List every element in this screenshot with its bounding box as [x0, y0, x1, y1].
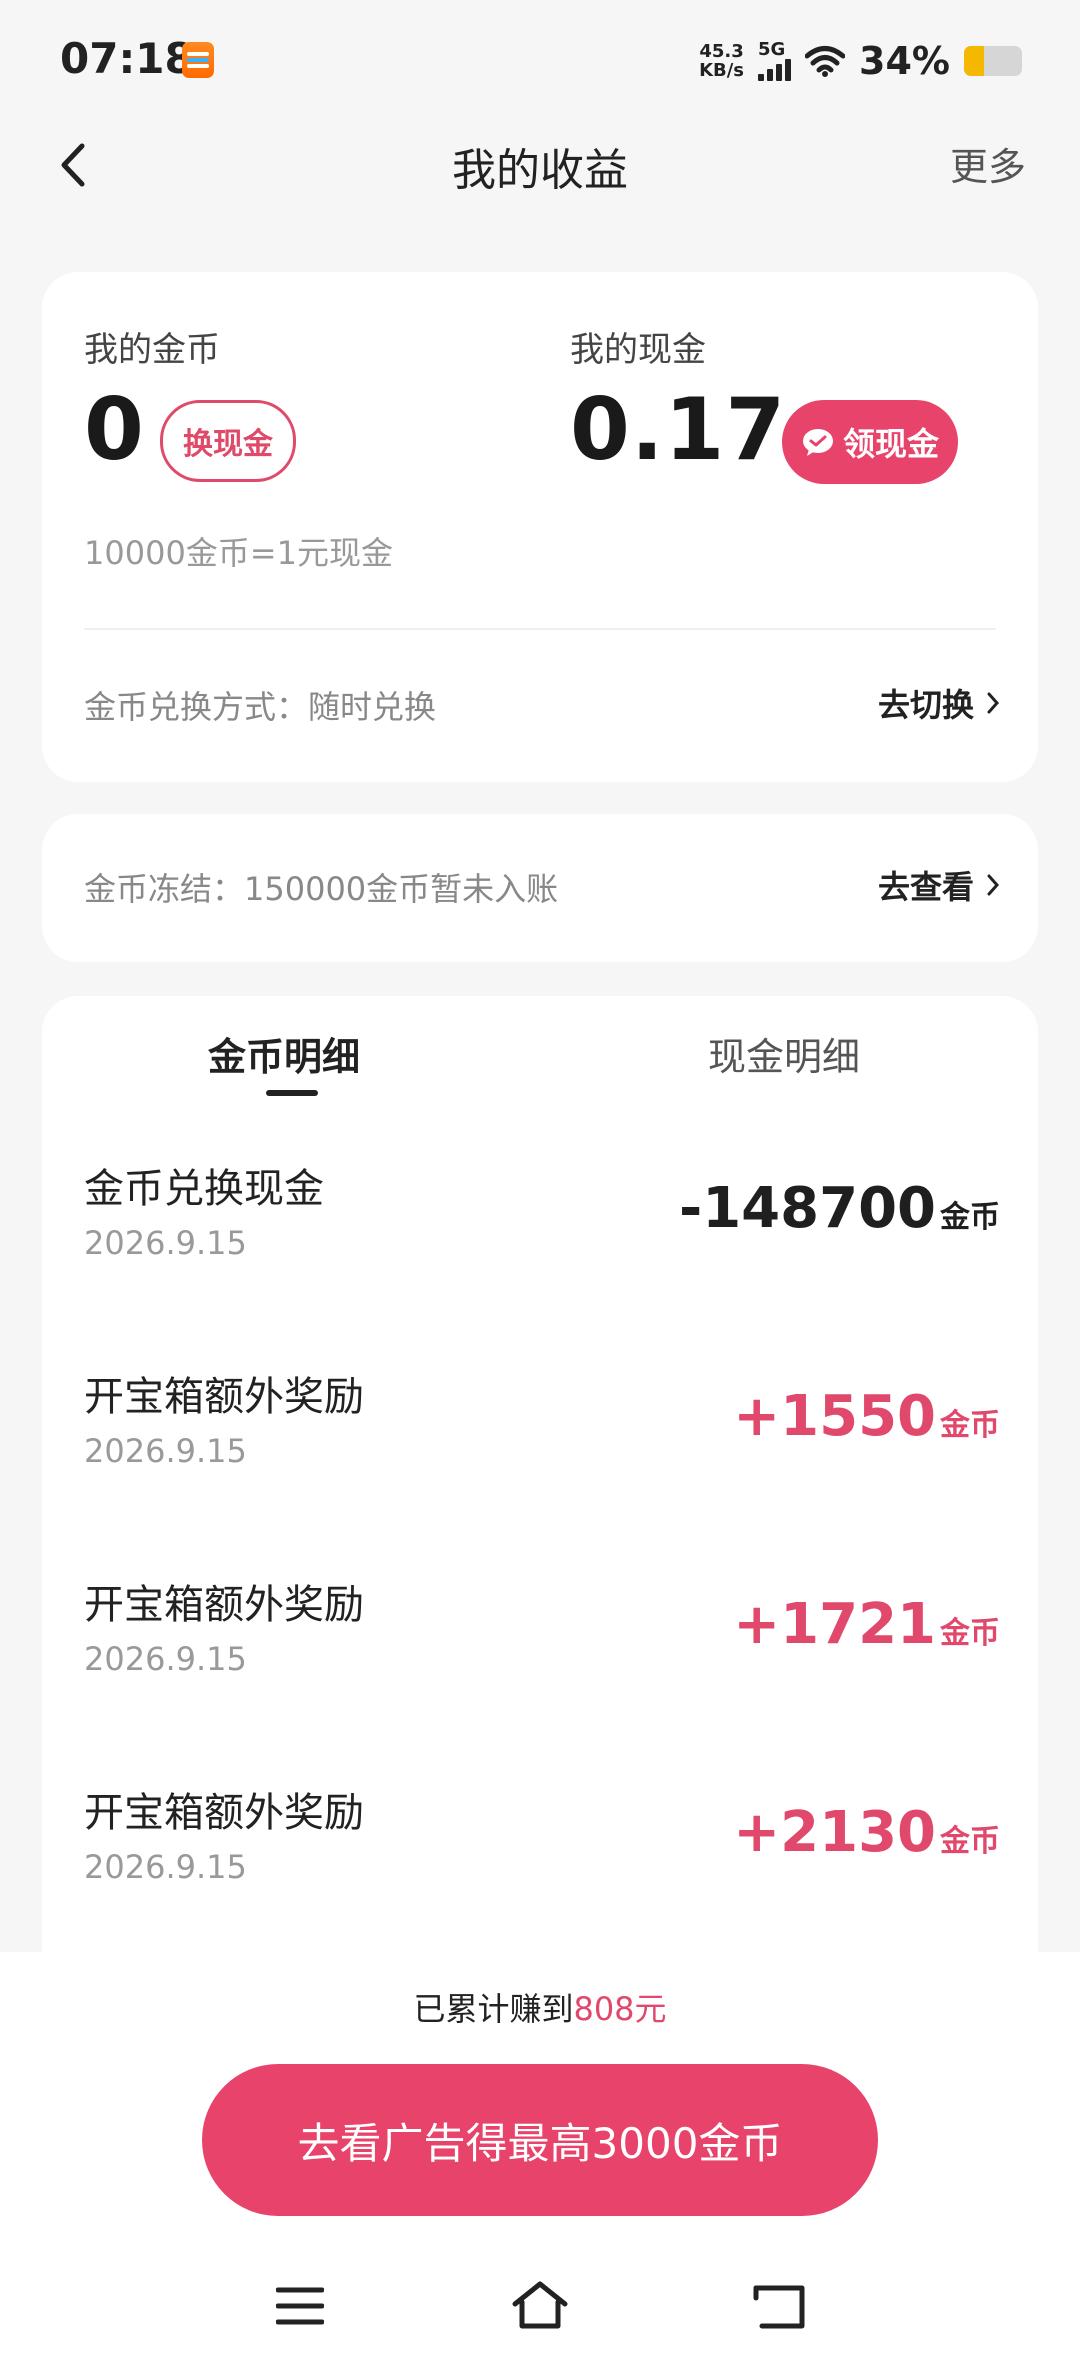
- record-title: 开宝箱额外奖励: [84, 1582, 364, 1628]
- record-amount-unit: 金币: [940, 1200, 1000, 1235]
- exchange-rate-hint: 10000金币=1元现金: [84, 534, 393, 572]
- record-amount: +1550 金币: [733, 1384, 1000, 1449]
- tab-coin-details[interactable]: 金币明细: [208, 1026, 360, 1081]
- menu-icon[interactable]: [276, 2286, 324, 2326]
- record-amount-value: +2130: [733, 1800, 936, 1865]
- chevron-right-icon: [987, 692, 1000, 714]
- record-date: 2026.9.15: [84, 1640, 247, 1678]
- total-earned-amount: 808元: [573, 1990, 667, 2028]
- record-amount-value: +1550: [733, 1384, 936, 1449]
- record-title: 金币兑换现金: [84, 1166, 324, 1212]
- record-amount: +1721 金币: [733, 1592, 1000, 1657]
- back-nav-icon[interactable]: [752, 2284, 808, 2330]
- cell-signal-icon: 5G: [758, 41, 792, 81]
- withdraw-cash-label: 领现金: [842, 425, 939, 463]
- cash-label: 我的现金: [570, 330, 706, 370]
- frozen-coins-text: 金币冻结：150000金币暂未入账: [84, 870, 559, 908]
- battery-percentage: 34%: [859, 39, 950, 83]
- frozen-coins-card[interactable]: 金币冻结：150000金币暂未入账 去查看: [42, 814, 1038, 962]
- page-title: 我的收益: [452, 145, 628, 196]
- wechat-icon: [802, 429, 833, 456]
- switch-mode-link[interactable]: 去切换: [878, 680, 1000, 726]
- battery-level: [964, 46, 984, 76]
- record-title: 开宝箱额外奖励: [84, 1374, 364, 1420]
- record-title: 开宝箱额外奖励: [84, 1790, 364, 1836]
- taobao-flash-sale-icon: [182, 42, 214, 78]
- record-amount-value: -148700: [678, 1176, 936, 1241]
- total-earned: 已累计赚到808元: [0, 1984, 1080, 2030]
- divider: [84, 628, 996, 630]
- withdraw-cash-button[interactable]: 领现金: [782, 400, 958, 484]
- battery-icon: [964, 46, 1022, 76]
- earnings-summary-card: 我的金币 0 换现金 我的现金 0.17 领现金 10000金币=1元现金 金币…: [42, 272, 1038, 782]
- switch-mode-label: 去切换: [877, 686, 974, 724]
- exchange-cash-button[interactable]: 换现金: [160, 400, 296, 482]
- exchange-mode-text: 金币兑换方式：随时兑换: [84, 688, 437, 726]
- net-speed: 45.3 KB/s: [699, 41, 745, 81]
- total-earned-prefix: 已累计赚到: [413, 1990, 574, 2028]
- chevron-right-icon: [987, 874, 1000, 896]
- coins-value: 0: [84, 380, 145, 480]
- record-amount: -148700 金币: [679, 1176, 1000, 1241]
- record-amount-unit: 金币: [940, 1616, 1000, 1651]
- coins-label: 我的金币: [84, 330, 220, 370]
- record-amount-unit: 金币: [940, 1408, 1000, 1443]
- home-icon[interactable]: [510, 2280, 570, 2330]
- view-frozen-label: 去查看: [877, 868, 974, 906]
- active-tab-indicator: [266, 1090, 318, 1096]
- tab-cash-details[interactable]: 现金明细: [708, 1026, 860, 1081]
- record-amount-unit: 金币: [940, 1824, 1000, 1859]
- cash-value: 0.17: [570, 380, 787, 480]
- record-date: 2026.9.15: [84, 1224, 247, 1262]
- status-indicators: 45.3 KB/s 5G 34%: [699, 36, 1022, 86]
- record-date: 2026.9.15: [84, 1432, 247, 1470]
- view-frozen-link[interactable]: 去查看: [878, 862, 1000, 908]
- watch-ad-button[interactable]: 去看广告得最高3000金币: [202, 2064, 878, 2216]
- more-button[interactable]: 更多: [950, 136, 1026, 191]
- details-card: 金币明细 现金明细 金币兑换现金 2026.9.15 -148700 金币 开宝箱额外奖…: [42, 996, 1038, 1996]
- record-amount: +2130 金币: [733, 1800, 1000, 1865]
- status-time: 07:18: [60, 34, 194, 83]
- wifi-icon: [805, 46, 846, 77]
- record-amount-value: +1721: [733, 1592, 936, 1657]
- record-date: 2026.9.15: [84, 1848, 247, 1886]
